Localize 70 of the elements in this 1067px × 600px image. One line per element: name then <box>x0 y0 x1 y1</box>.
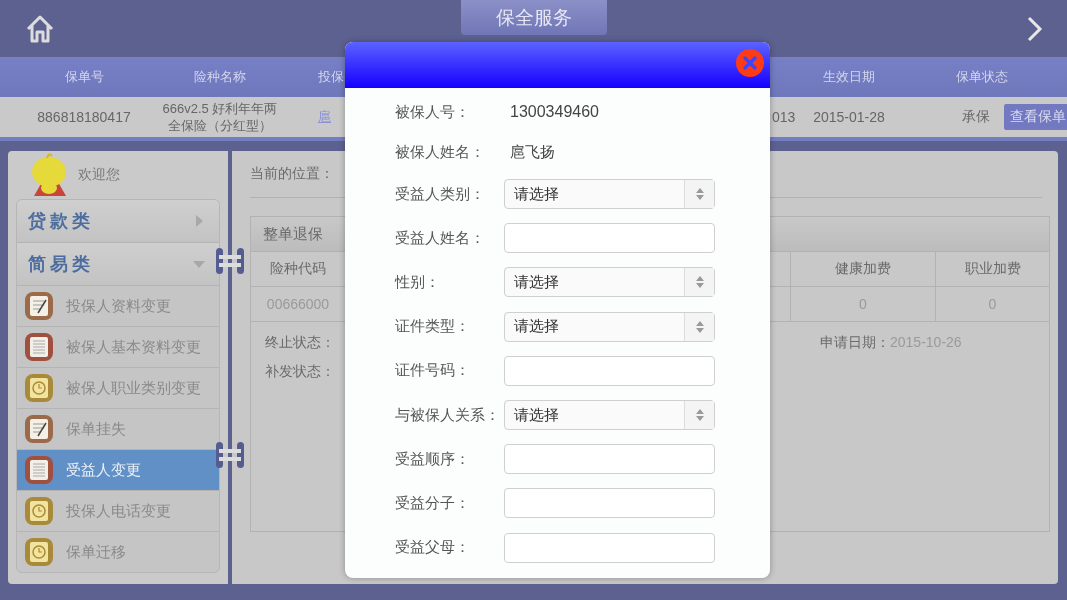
field-value: 扈飞扬 <box>509 142 555 162</box>
field-label: 受益分子： <box>395 493 471 513</box>
section-title: 整单退保 <box>263 224 323 244</box>
sort-arrows-icon <box>695 276 704 289</box>
select-field[interactable]: 请选择 <box>504 179 715 210</box>
field-label: 受益父母： <box>395 538 471 558</box>
column-header: 生效日期 <box>822 68 876 86</box>
field-label: 被保人姓名： <box>395 142 486 162</box>
clipboard-icon <box>24 291 54 321</box>
select-field[interactable]: 请选择 <box>504 267 715 298</box>
field-label: 终止状态： <box>265 334 335 350</box>
menu-item[interactable]: 受益人变更 <box>17 450 219 491</box>
column-header: 职业加费 <box>963 259 1022 278</box>
field-label: 被保人号： <box>395 102 471 122</box>
holder-link[interactable]: 扈 <box>318 109 331 124</box>
menu-item[interactable]: 被保人基本资料变更 <box>17 327 219 368</box>
sort-arrows-icon <box>695 409 704 422</box>
table-cell-text: 013 <box>772 109 797 125</box>
timer-icon <box>24 496 54 526</box>
collapse-caret-icon[interactable] <box>193 258 205 270</box>
field-label: 与被保人关系： <box>395 405 501 425</box>
table-cell: 全保险（分红型） <box>168 117 272 134</box>
timer-icon <box>24 373 54 403</box>
timer-icon <box>24 537 54 567</box>
expand-caret-icon[interactable] <box>193 215 205 227</box>
binder-ring-icon <box>215 247 245 275</box>
close-icon[interactable] <box>736 49 764 77</box>
input-field[interactable] <box>504 488 715 519</box>
field-label: 申请日期： <box>820 334 890 350</box>
field-label: 性别： <box>395 272 441 292</box>
input-field[interactable] <box>504 532 715 563</box>
next-icon[interactable] <box>1027 15 1043 42</box>
select-field[interactable]: 请选择 <box>504 311 715 342</box>
newspaper-icon <box>24 332 54 362</box>
field-label: 受益人类别： <box>395 184 486 204</box>
column-header: 健康加费 <box>791 252 936 286</box>
field-label: 证件类型： <box>395 317 471 337</box>
field-label: 证件号码： <box>395 361 471 381</box>
field-label: 补发状态： <box>265 363 335 379</box>
menu-item[interactable]: 被保人职业类别变更 <box>17 368 219 409</box>
table-cell-text: 2015-01-28 <box>812 109 886 125</box>
menu-item[interactable]: 投保人电话变更 <box>17 491 219 532</box>
table-cell: 承保 <box>962 108 990 126</box>
menu-item[interactable]: 保单迁移 <box>17 532 219 572</box>
field-label: 受益人姓名： <box>395 228 486 248</box>
select-field[interactable]: 请选择 <box>504 400 715 431</box>
newspaper-icon <box>24 455 54 485</box>
column-header: 投保 <box>318 68 345 86</box>
binder-ring-icon <box>215 441 245 469</box>
sort-arrows-icon <box>695 188 704 201</box>
breadcrumb: 当前的位置： <box>250 165 334 183</box>
sort-arrows-icon <box>695 320 704 333</box>
table-cell-text: 886818180417 <box>36 109 132 125</box>
clipboard-icon <box>24 414 54 444</box>
view-policy-button[interactable]: 查看保单 <box>1004 104 1067 130</box>
input-field[interactable] <box>504 223 715 254</box>
column-header: 保单状态 <box>954 68 1009 86</box>
column-header: 险种名称 <box>193 68 247 86</box>
input-field[interactable] <box>504 355 715 386</box>
home-icon[interactable] <box>25 13 55 44</box>
column-header: 保单号 <box>63 68 105 86</box>
page-title: 保全服务 <box>461 0 607 35</box>
menu-category[interactable]: 贷款类 <box>28 209 94 233</box>
welcome-text: 欢迎您 <box>78 166 120 184</box>
menu-category[interactable]: 简易类 <box>28 252 94 276</box>
table-cell: 666v2.5 好利年年两 <box>162 100 278 117</box>
input-field[interactable] <box>504 444 715 475</box>
field-value: 1300349460 <box>509 103 599 121</box>
field-label: 受益顺序： <box>395 449 471 469</box>
menu-item[interactable]: 投保人资料变更 <box>17 286 219 327</box>
